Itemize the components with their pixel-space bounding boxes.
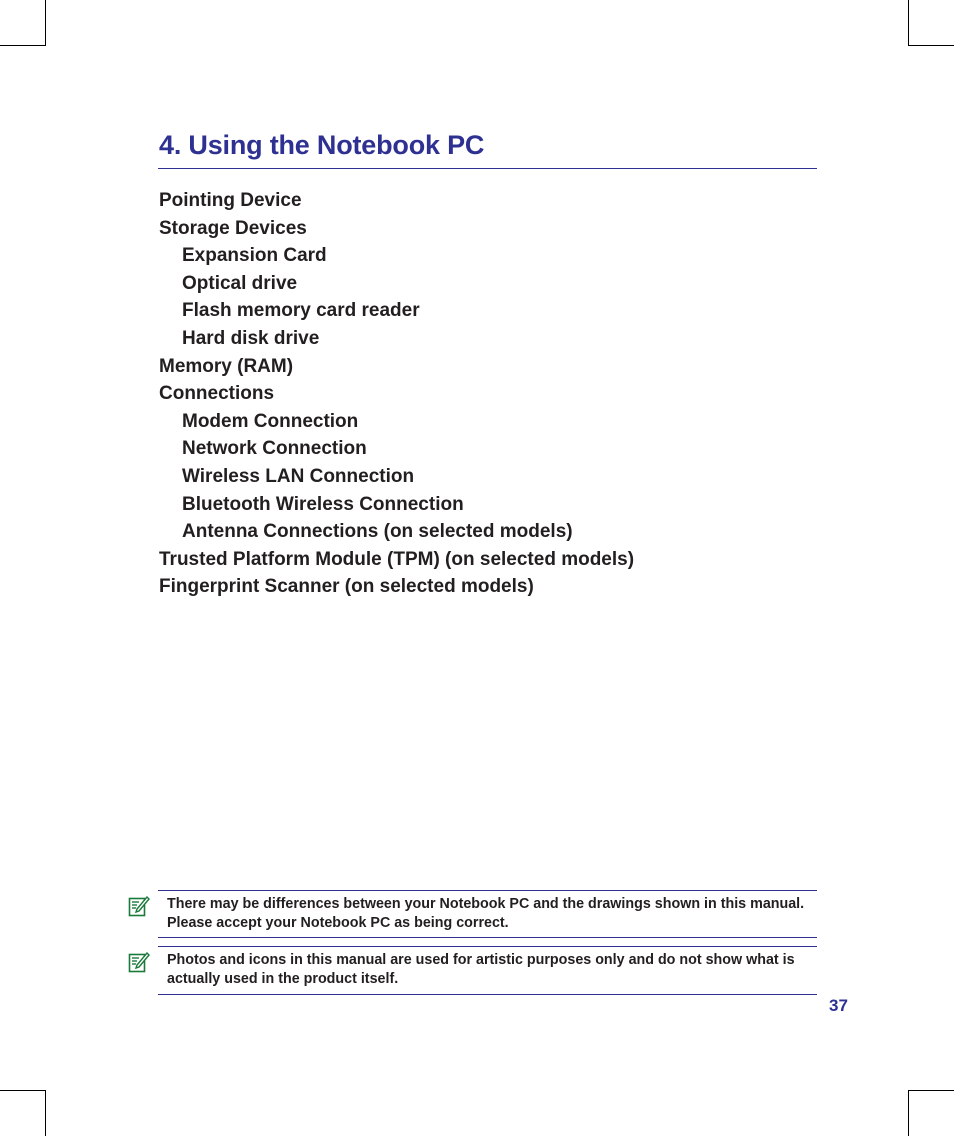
toc-subitem: Antenna Connections (on selected models): [182, 521, 573, 543]
note-box: Photos and icons in this manual are used…: [128, 946, 817, 995]
toc-subitem: Modem Connection: [182, 410, 359, 432]
toc-subitem: Bluetooth Wireless Connection: [182, 493, 464, 515]
crop-mark-top-right-v: [908, 0, 909, 46]
crop-mark-bottom-right-h: [908, 1090, 954, 1091]
page-number: 37: [829, 996, 848, 1015]
crop-mark-top-right-h: [908, 45, 954, 46]
crop-mark-bottom-left-v: [45, 1090, 46, 1136]
toc-item: Storage Devices: [159, 217, 307, 239]
toc-subitem: Expansion Card: [182, 245, 327, 267]
note-box: There may be differences between your No…: [128, 890, 817, 938]
toc-subitem: Flash memory card reader: [182, 300, 420, 322]
note-text: There may be differences between your No…: [167, 896, 805, 931]
crop-mark-top-left-h: [0, 45, 46, 46]
crop-mark-bottom-left-h: [0, 1090, 46, 1091]
toc-subitem: Hard disk drive: [182, 327, 320, 349]
toc-item: Trusted Platform Module (TPM) (on select…: [159, 548, 635, 570]
toc-item: Fingerprint Scanner (on selected models): [159, 576, 534, 598]
toc-item: Memory (RAM): [159, 355, 294, 377]
note-pencil-icon: [128, 951, 150, 973]
chapter-contents-list: Pointing Device Storage Devices Expansio…: [159, 189, 634, 603]
note-text: Photos and icons in this manual are used…: [167, 952, 795, 987]
toc-subitem: Network Connection: [182, 438, 367, 460]
toc-subitem: Optical drive: [182, 272, 298, 294]
chapter-title: 4. Using the Notebook PC: [159, 130, 485, 160]
title-divider: [158, 168, 817, 169]
toc-item: Connections: [159, 383, 275, 405]
crop-mark-bottom-right-v: [908, 1090, 909, 1136]
toc-subitem: Wireless LAN Connection: [182, 465, 415, 487]
toc-item: Pointing Device: [159, 190, 302, 211]
crop-mark-top-left-v: [45, 0, 46, 46]
note-pencil-icon: [128, 895, 150, 917]
